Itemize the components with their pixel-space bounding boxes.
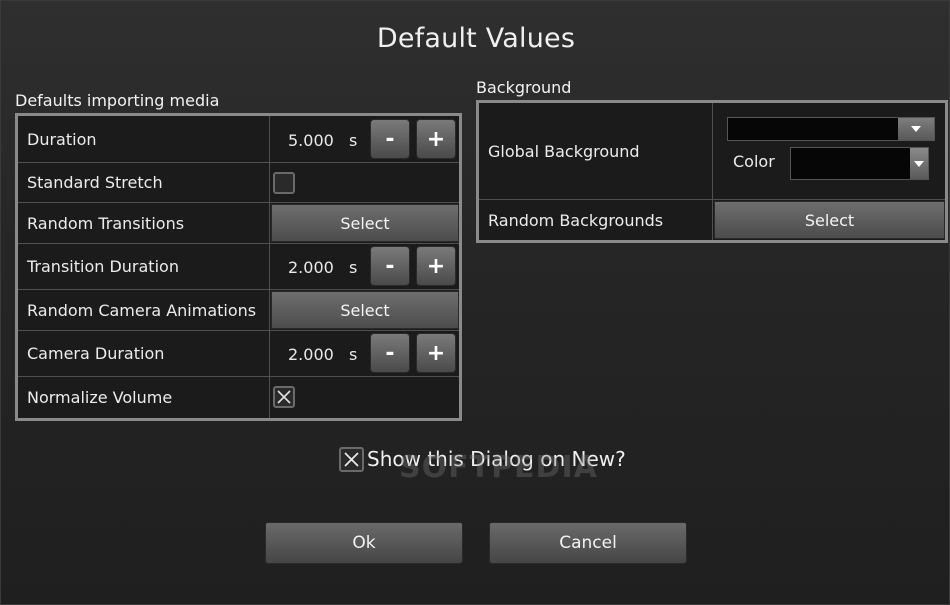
defaults-importing-media-grid: Duration 5.000 s - + Standard Stretch Ra… bbox=[15, 113, 462, 421]
standard-stretch-row: Standard Stretch bbox=[18, 163, 459, 203]
normalize-volume-row: Normalize Volume bbox=[18, 377, 459, 418]
random-transitions-select-button[interactable]: Select bbox=[271, 204, 459, 242]
transition-duration-label: Transition Duration bbox=[18, 244, 270, 289]
camera-duration-label: Camera Duration bbox=[18, 331, 270, 376]
defaults-importing-media-label: Defaults importing media bbox=[15, 91, 220, 110]
global-background-dropdown[interactable] bbox=[727, 117, 935, 141]
transition-duration-unit: s bbox=[349, 258, 358, 277]
check-x-icon bbox=[344, 451, 359, 467]
transition-duration-row: Transition Duration 2.000 s - + bbox=[18, 244, 459, 290]
duration-value[interactable]: 5.000 bbox=[288, 131, 334, 150]
dialog-title: Default Values bbox=[376, 23, 576, 54]
background-group-label: Background bbox=[476, 78, 572, 97]
random-backgrounds-select-button[interactable]: Select bbox=[714, 201, 945, 239]
duration-unit: s bbox=[349, 131, 358, 150]
random-camera-animations-select-button[interactable]: Select bbox=[271, 291, 459, 329]
duration-row: Duration 5.000 s - + bbox=[18, 116, 459, 163]
normalize-volume-checkbox[interactable] bbox=[273, 386, 295, 408]
transition-duration-increment-button[interactable]: + bbox=[416, 246, 456, 286]
duration-decrement-button[interactable]: - bbox=[370, 119, 410, 159]
normalize-volume-label: Normalize Volume bbox=[18, 377, 270, 418]
duration-value-cell: 5.000 s - + bbox=[271, 116, 459, 162]
camera-duration-row: Camera Duration 2.000 s - + bbox=[18, 331, 459, 377]
global-background-row: Global Background Color bbox=[479, 103, 945, 200]
duration-increment-button[interactable]: + bbox=[416, 119, 456, 159]
cancel-button[interactable]: Cancel bbox=[489, 522, 687, 564]
check-x-icon bbox=[277, 390, 291, 404]
standard-stretch-checkbox[interactable] bbox=[273, 172, 295, 194]
duration-label: Duration bbox=[18, 116, 270, 162]
transition-duration-value[interactable]: 2.000 bbox=[288, 258, 334, 277]
background-grid: Global Background Color Random Backgroun… bbox=[476, 100, 948, 243]
random-transitions-label: Random Transitions bbox=[18, 203, 270, 243]
chevron-down-icon bbox=[910, 148, 928, 179]
camera-duration-unit: s bbox=[349, 345, 358, 364]
random-backgrounds-row: Random Backgrounds Select bbox=[479, 200, 945, 240]
camera-duration-increment-button[interactable]: + bbox=[416, 333, 456, 373]
chevron-down-icon bbox=[898, 118, 934, 140]
ok-button[interactable]: Ok bbox=[265, 522, 463, 564]
show-dialog-checkbox[interactable] bbox=[339, 446, 364, 472]
camera-duration-value[interactable]: 2.000 bbox=[288, 345, 334, 364]
camera-duration-decrement-button[interactable]: - bbox=[370, 333, 410, 373]
random-backgrounds-label: Random Backgrounds bbox=[479, 200, 713, 240]
global-background-label: Global Background bbox=[479, 103, 713, 199]
transition-duration-decrement-button[interactable]: - bbox=[370, 246, 410, 286]
random-camera-animations-row: Random Camera Animations Select bbox=[18, 290, 459, 331]
standard-stretch-label: Standard Stretch bbox=[18, 163, 270, 202]
random-camera-animations-label: Random Camera Animations bbox=[18, 290, 270, 330]
random-transitions-row: Random Transitions Select bbox=[18, 203, 459, 244]
watermark-text: SOFTPEDIA bbox=[399, 450, 598, 485]
color-label: Color bbox=[733, 152, 775, 171]
color-picker-dropdown[interactable] bbox=[790, 147, 929, 180]
default-values-dialog: Default Values Defaults importing media … bbox=[0, 0, 950, 605]
